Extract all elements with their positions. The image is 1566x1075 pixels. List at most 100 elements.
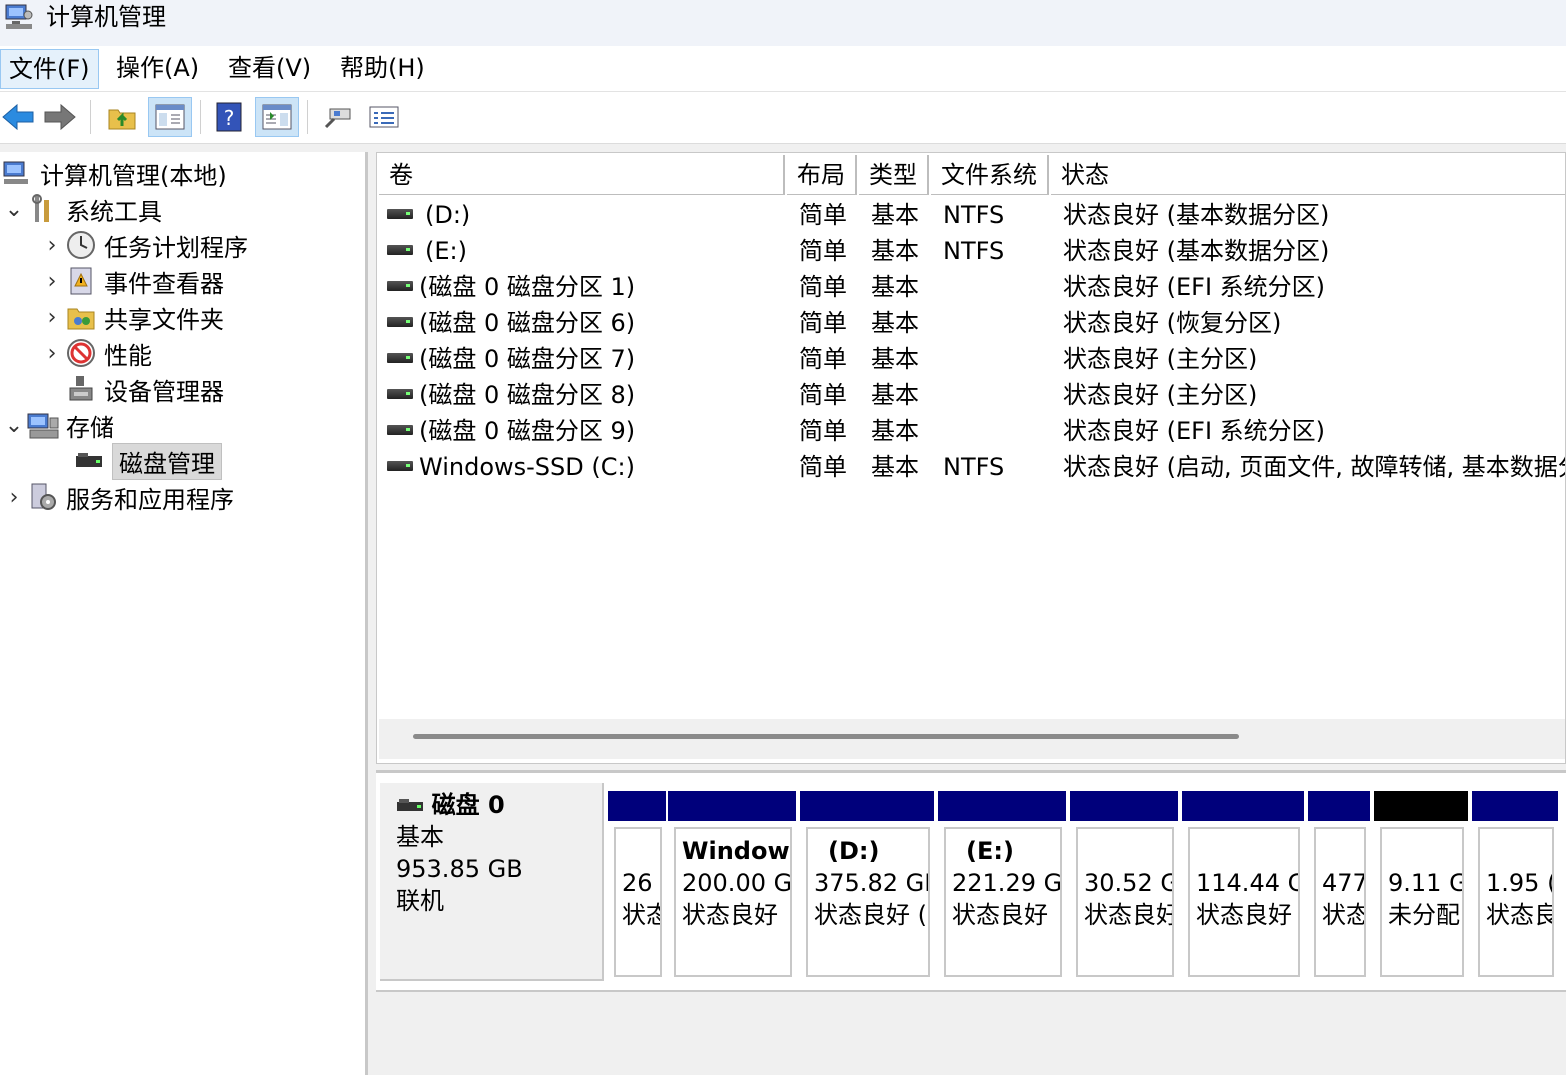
tree-item-system-tools[interactable]: ⌄ 系统工具 [2, 192, 162, 226]
partition-size: 26 [622, 869, 653, 897]
column-header-layout[interactable]: 布局 [787, 155, 857, 195]
table-row[interactable]: (磁盘 0 磁盘分区 1) 简单 基本 状态良好 (EFI 系统分区) [377, 269, 1565, 305]
tree-item-disk-management[interactable]: 磁盘管理 [72, 442, 222, 480]
partition[interactable]: 114.44 G 状态良好 [1182, 791, 1306, 977]
volume-layout: 简单 [799, 345, 847, 373]
storage-icon [26, 410, 60, 440]
tree-item-task-scheduler[interactable]: › 任务计划程序 [40, 228, 248, 262]
partition-bar [938, 791, 1066, 821]
properties-button[interactable] [362, 97, 406, 137]
console-tree: 计算机管理(本地) ⌄ 系统工具 › 任务计划程序 › 事件查看器 › 共享文件… [0, 152, 368, 1075]
partition-box[interactable]: (E:) 221.29 G 状态良好 [944, 827, 1062, 977]
partition-size: 114.44 G [1196, 869, 1300, 897]
partition-name: (E:) [966, 837, 1014, 865]
partition-box[interactable]: 30.52 G 状态良好 [1076, 827, 1174, 977]
tree-item-performance[interactable]: › 性能 [40, 336, 152, 370]
tree-item-computer-management-local[interactable]: 计算机管理(本地) [0, 156, 227, 190]
partition-name: (D:) [828, 837, 880, 865]
table-row[interactable]: (D:) 简单 基本 NTFS 状态良好 (基本数据分区) [377, 197, 1565, 233]
toolbar-separator [200, 100, 201, 134]
partition[interactable]: 30.52 G 状态良好 [1070, 791, 1180, 977]
volume-status: 状态良好 (基本数据分区) [1063, 237, 1330, 265]
menu-help[interactable]: 帮助(H) [332, 49, 433, 89]
tree-label: 存储 [66, 413, 114, 442]
tree-item-services-and-applications[interactable]: › 服务和应用程序 [2, 480, 234, 514]
volume-status: 状态良好 (主分区) [1063, 345, 1258, 373]
up-one-level-button[interactable] [100, 97, 144, 137]
table-row[interactable]: Windows-SSD (C:) 简单 基本 NTFS 状态良好 (启动, 页面文件, … [377, 449, 1565, 485]
partition-box[interactable]: 1.95 (状态良 [1478, 827, 1554, 977]
partition-box[interactable]: (D:) 375.82 GI 状态良好 ( [806, 827, 930, 977]
partition[interactable]: (D:) 375.82 GI 状态良好 ( [800, 791, 936, 977]
chevron-right-icon[interactable]: › [40, 233, 64, 258]
partition[interactable]: 1.95 (状态良 [1472, 791, 1560, 977]
partition-box[interactable]: 9.11 G 未分配 [1380, 827, 1464, 977]
partition-box[interactable]: 114.44 G 状态良好 [1188, 827, 1300, 977]
tree-item-storage[interactable]: ⌄ 存储 [2, 408, 114, 442]
volume-type: 基本 [871, 201, 919, 229]
up-folder-icon [108, 109, 136, 130]
partition-box[interactable]: 26 状态 [614, 827, 662, 977]
back-button[interactable] [0, 97, 40, 137]
chevron-right-icon[interactable]: › [40, 305, 64, 330]
forward-button[interactable] [38, 97, 82, 137]
partition[interactable]: 26 状态 [608, 791, 668, 977]
menu-view[interactable]: 查看(V) [220, 49, 319, 89]
tree-item-shared-folders[interactable]: › 共享文件夹 [40, 300, 224, 334]
partition-size: 200.00 G [682, 869, 792, 897]
volume-type: 基本 [871, 345, 919, 373]
table-row[interactable]: (磁盘 0 磁盘分区 6) 简单 基本 状态良好 (恢复分区) [377, 305, 1565, 341]
partition-box[interactable]: 477 状态 [1314, 827, 1366, 977]
disk-0-info[interactable]: 磁盘 0 基本 953.85 GB 联机 [380, 783, 604, 981]
partition-size: 30.52 G [1084, 869, 1174, 897]
column-header-volume[interactable]: 卷 [379, 155, 785, 195]
show-hide-console-tree-button[interactable] [148, 97, 192, 137]
scrollbar-thumb[interactable] [413, 734, 1239, 739]
column-header-status[interactable]: 状态 [1051, 155, 1565, 195]
tree-label: 性能 [104, 341, 152, 370]
column-header-type[interactable]: 类型 [859, 155, 929, 195]
chevron-right-icon[interactable]: › [2, 485, 26, 510]
column-header-filesystem[interactable]: 文件系统 [931, 155, 1049, 195]
table-row[interactable]: (磁盘 0 磁盘分区 7) 简单 基本 状态良好 (主分区) [377, 341, 1565, 377]
chevron-down-icon[interactable]: ⌄ [2, 197, 26, 222]
drive-icon [387, 233, 413, 269]
drive-icon [387, 341, 413, 377]
help-button[interactable]: ? [207, 97, 251, 137]
volume-status: 状态良好 (EFI 系统分区) [1063, 417, 1326, 445]
tree-item-device-manager[interactable]: 设备管理器 [64, 372, 224, 406]
horizontal-scrollbar[interactable] [379, 719, 1565, 759]
drive-icon [387, 449, 413, 485]
volume-layout: 简单 [799, 381, 847, 409]
volume-name: Windows-SSD (C:) [419, 453, 635, 481]
partition-name [1084, 835, 1172, 867]
partition-bar [668, 791, 796, 821]
unallocated-space[interactable]: 9.11 G 未分配 [1374, 791, 1470, 977]
chevron-right-icon[interactable]: › [40, 341, 64, 366]
volume-status: 状态良好 (主分区) [1063, 381, 1258, 409]
volume-layout: 简单 [799, 417, 847, 445]
partition-name [1486, 835, 1552, 867]
partition[interactable]: Window 200.00 G 状态良好 [668, 791, 798, 977]
show-hide-action-pane-button[interactable] [255, 97, 299, 137]
tree-item-event-viewer[interactable]: › 事件查看器 [40, 264, 224, 298]
device-manager-icon [64, 374, 98, 404]
table-row[interactable]: (E:) 简单 基本 NTFS 状态良好 (基本数据分区) [377, 233, 1565, 269]
menu-file[interactable]: 文件(F) [0, 49, 99, 89]
table-row[interactable]: (磁盘 0 磁盘分区 9) 简单 基本 状态良好 (EFI 系统分区) [377, 413, 1565, 449]
table-row[interactable]: (磁盘 0 磁盘分区 8) 简单 基本 状态良好 (主分区) [377, 377, 1565, 413]
partition[interactable]: 477 状态 [1308, 791, 1372, 977]
drive-icon [387, 197, 413, 233]
chevron-down-icon[interactable]: ⌄ [2, 413, 26, 438]
volume-layout: 简单 [799, 309, 847, 337]
partition-size: 9.11 G [1388, 869, 1464, 897]
chevron-right-icon[interactable]: › [40, 269, 64, 294]
volume-filesystem: NTFS [943, 201, 1005, 229]
connect-button[interactable] [316, 97, 360, 137]
partition-box[interactable]: Window 200.00 G 状态良好 [674, 827, 792, 977]
partition[interactable]: (E:) 221.29 G 状态良好 [938, 791, 1068, 977]
connect-icon [324, 108, 351, 129]
volume-status: 状态良好 (EFI 系统分区) [1063, 273, 1326, 301]
partition-status: 状态良好 ( [814, 901, 927, 929]
menu-action[interactable]: 操作(A) [108, 49, 207, 89]
